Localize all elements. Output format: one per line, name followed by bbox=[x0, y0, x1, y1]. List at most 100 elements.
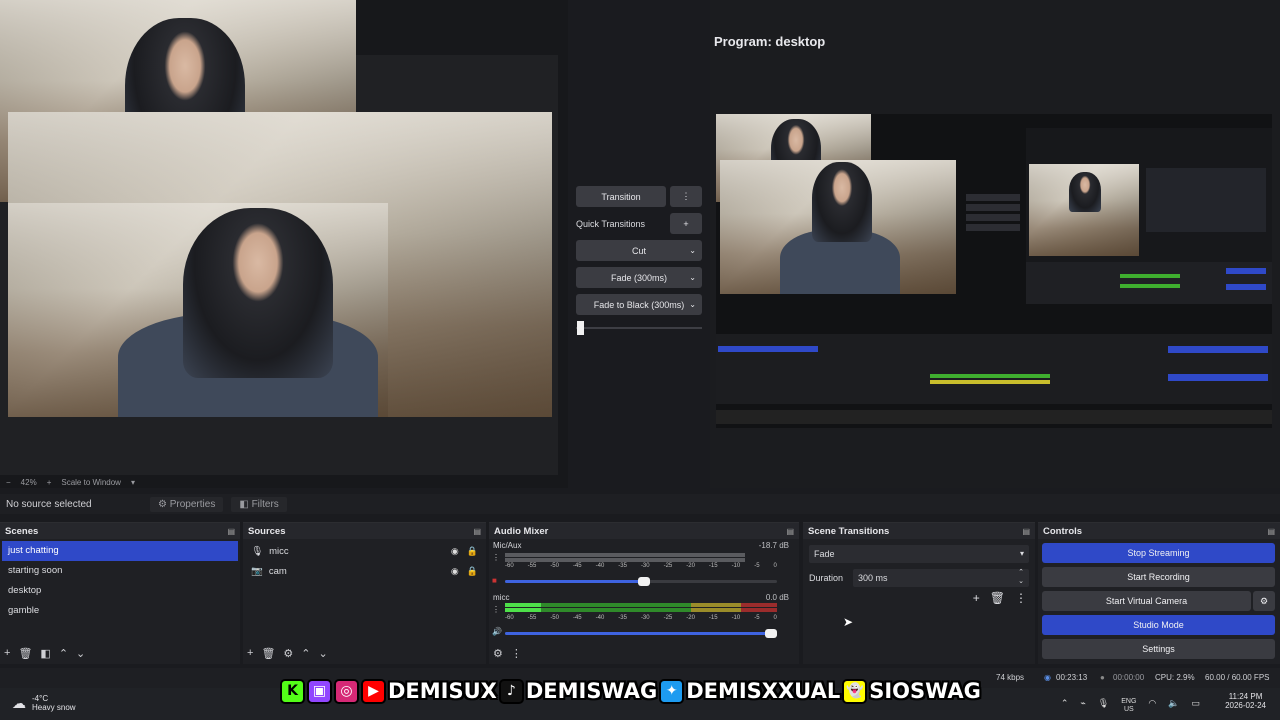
dock-undock-icon[interactable]: ▤ bbox=[1267, 527, 1275, 536]
quick-transition-cut[interactable]: Cut ⌄ bbox=[576, 240, 702, 261]
wifi-icon[interactable]: ◠ bbox=[1148, 698, 1156, 714]
chevron-up-icon[interactable]: ⌃ bbox=[1061, 698, 1069, 714]
move-up-button[interactable]: ⌃ bbox=[301, 647, 310, 660]
chevron-down-icon: ⌄ bbox=[689, 300, 696, 309]
zoom-in-button[interactable]: + bbox=[47, 478, 52, 487]
weather-widget[interactable]: ☁ -4°C Heavy snow bbox=[12, 694, 76, 712]
move-up-button[interactable]: ⌃ bbox=[59, 647, 68, 660]
weather-condition: Heavy snow bbox=[32, 703, 76, 712]
remove-source-button[interactable]: 🗑 bbox=[261, 647, 275, 660]
quick-transition-fade[interactable]: Fade (300ms) ⌄ bbox=[576, 267, 702, 288]
dock-undock-icon[interactable]: ▤ bbox=[227, 527, 235, 536]
fps: 60.00 / 60.00 FPS bbox=[1205, 673, 1270, 682]
transition-menu-button[interactable]: ⋮ bbox=[1015, 591, 1027, 605]
scene-item[interactable]: gamble bbox=[2, 601, 238, 621]
eye-icon[interactable]: ◉ bbox=[451, 566, 459, 577]
mouse-cursor-icon: ➤ bbox=[843, 615, 854, 629]
eye-icon[interactable]: ◉ bbox=[451, 546, 459, 557]
dock-undock-icon[interactable]: ▤ bbox=[786, 527, 794, 536]
add-transition-button[interactable]: + bbox=[973, 591, 980, 605]
system-tray: ⌃ ⌁ 🎙 ENG US ◠ 🔈 ▭ bbox=[1061, 698, 1200, 714]
move-down-button[interactable]: ⌄ bbox=[319, 647, 328, 660]
transition-select[interactable]: Fade ▾ bbox=[809, 545, 1029, 563]
twitch-icon: ▣ bbox=[307, 678, 332, 704]
source-item[interactable]: 📷 cam ◉ 🔒 bbox=[243, 561, 486, 581]
tbar-slider[interactable] bbox=[576, 321, 702, 335]
network-icon[interactable]: ⌁ bbox=[1080, 698, 1085, 714]
start-virtual-camera-button[interactable]: Start Virtual Camera bbox=[1042, 591, 1251, 611]
add-quick-transition-button[interactable]: + bbox=[670, 213, 702, 234]
sources-dock: Sources ▤ 🎙 micc ◉ 🔒 📷 cam ◉ 🔒 + 🗑 ⚙ ⌃ ⌄ bbox=[243, 522, 486, 664]
mixer-channel-mic-aux: Mic/Aux -18.7 dB ⋮ -60 -55 -50 -45 -40 -35 -30… bbox=[489, 539, 799, 591]
remove-scene-button[interactable]: 🗑 bbox=[18, 647, 32, 660]
quick-transition-fade-black[interactable]: Fade to Black (300ms) ⌄ bbox=[576, 294, 702, 315]
filters-button[interactable]: ◧ Filters bbox=[231, 496, 287, 512]
sources-title: Sources bbox=[248, 525, 286, 537]
studio-mode-button[interactable]: Studio Mode bbox=[1042, 615, 1275, 635]
dock-undock-icon[interactable]: ▤ bbox=[1022, 527, 1030, 536]
mixer-menu-button[interactable]: ⋮ bbox=[511, 647, 522, 660]
duration-input[interactable]: 300 ms ⌃ ⌄ bbox=[853, 569, 1029, 587]
lock-icon[interactable]: 🔒 bbox=[467, 566, 478, 577]
youtube-icon: ▶ bbox=[361, 678, 386, 704]
twitter-icon: ✦ bbox=[659, 678, 685, 704]
program-title: Program: desktop bbox=[714, 34, 826, 49]
mic-tray-icon[interactable]: 🎙 bbox=[1098, 698, 1109, 714]
transition-button[interactable]: Transition bbox=[576, 186, 666, 207]
source-label: cam bbox=[268, 565, 287, 577]
sources-toolbar: + 🗑 ⚙ ⌃ ⌄ bbox=[247, 647, 328, 660]
gear-icon: ⚙ bbox=[1259, 595, 1269, 606]
lock-icon[interactable]: 🔒 bbox=[467, 546, 478, 557]
volume-slider[interactable] bbox=[505, 577, 777, 586]
stream-icon: ◉ bbox=[1044, 673, 1051, 682]
stepper-icon[interactable]: ⌃ ⌄ bbox=[1018, 568, 1024, 586]
source-item[interactable]: 🎙 micc ◉ 🔒 bbox=[243, 541, 486, 561]
more-vertical-icon[interactable]: ⋮ bbox=[492, 605, 500, 614]
transition-menu-button[interactable]: ⋮ bbox=[670, 186, 702, 207]
volume-slider[interactable] bbox=[505, 629, 777, 638]
chevron-down-icon: ⌄ bbox=[689, 246, 696, 255]
nested-taskbar bbox=[716, 410, 1272, 424]
more-vertical-icon[interactable]: ⋮ bbox=[492, 553, 500, 562]
scene-item[interactable]: desktop bbox=[2, 581, 238, 601]
scale-mode[interactable]: Scale to Window bbox=[61, 478, 121, 487]
meter-ticks: -60 -55 -50 -45 -40 -35 -30 -25 -20 -15 -10 -5 0 bbox=[505, 615, 777, 621]
clock[interactable]: 11:24 PM 2026-02-24 bbox=[1225, 692, 1266, 710]
speaker-icon[interactable]: 🔊 bbox=[492, 627, 502, 636]
move-down-button[interactable]: ⌄ bbox=[76, 647, 85, 660]
scene-item[interactable]: just chatting bbox=[2, 541, 238, 561]
stop-streaming-button[interactable]: Stop Streaming bbox=[1042, 543, 1275, 563]
zoom-out-button[interactable]: − bbox=[6, 478, 11, 487]
cpu-usage: CPU: 2.9% bbox=[1155, 673, 1195, 682]
chevron-down-icon[interactable]: ▾ bbox=[131, 478, 135, 487]
source-properties-button[interactable]: ⚙ bbox=[283, 647, 293, 660]
camera-icon: 📷 bbox=[251, 565, 263, 577]
transition-toolbar: + 🗑 ⋮ bbox=[973, 591, 1027, 605]
add-scene-button[interactable]: + bbox=[4, 647, 10, 660]
battery-icon[interactable]: ▭ bbox=[1191, 698, 1200, 714]
scenes-title: Scenes bbox=[5, 525, 39, 537]
dock-undock-icon[interactable]: ▤ bbox=[473, 527, 481, 536]
program-canvas bbox=[716, 114, 1272, 428]
scene-item[interactable]: starting soon bbox=[2, 561, 238, 581]
start-recording-button[interactable]: Start Recording bbox=[1042, 567, 1275, 587]
mixer-toolbar: ⚙ ⋮ bbox=[493, 647, 522, 660]
preview-pane[interactable]: − 42% + Scale to Window ▾ bbox=[0, 0, 568, 488]
tbar-handle[interactable] bbox=[577, 321, 584, 335]
scene-filters-button[interactable]: ◧ bbox=[40, 647, 50, 660]
volume-slider-handle[interactable] bbox=[637, 577, 650, 586]
source-toolbar: No source selected ⚙ Properties ◧ Filter… bbox=[0, 494, 1280, 514]
properties-button[interactable]: ⚙ Properties bbox=[150, 496, 224, 512]
plus-icon: + bbox=[683, 218, 689, 229]
virtual-camera-settings-button[interactable]: ⚙ bbox=[1253, 591, 1275, 611]
settings-button[interactable]: Settings bbox=[1042, 639, 1275, 659]
studio-transition-panel: Transition ⋮ Quick Transitions + Cut ⌄ Fa… bbox=[576, 186, 702, 335]
volume-slider-handle[interactable] bbox=[765, 629, 777, 638]
mixer-settings-button[interactable]: ⚙ bbox=[493, 647, 503, 660]
add-source-button[interactable]: + bbox=[247, 647, 253, 660]
volume-icon[interactable]: 🔈 bbox=[1168, 698, 1179, 714]
lang-indicator[interactable]: ENG US bbox=[1121, 698, 1136, 714]
remove-transition-button[interactable]: 🗑 bbox=[990, 591, 1005, 605]
nested-docks bbox=[716, 334, 1272, 404]
muted-speaker-icon[interactable]: ■ bbox=[492, 576, 497, 585]
